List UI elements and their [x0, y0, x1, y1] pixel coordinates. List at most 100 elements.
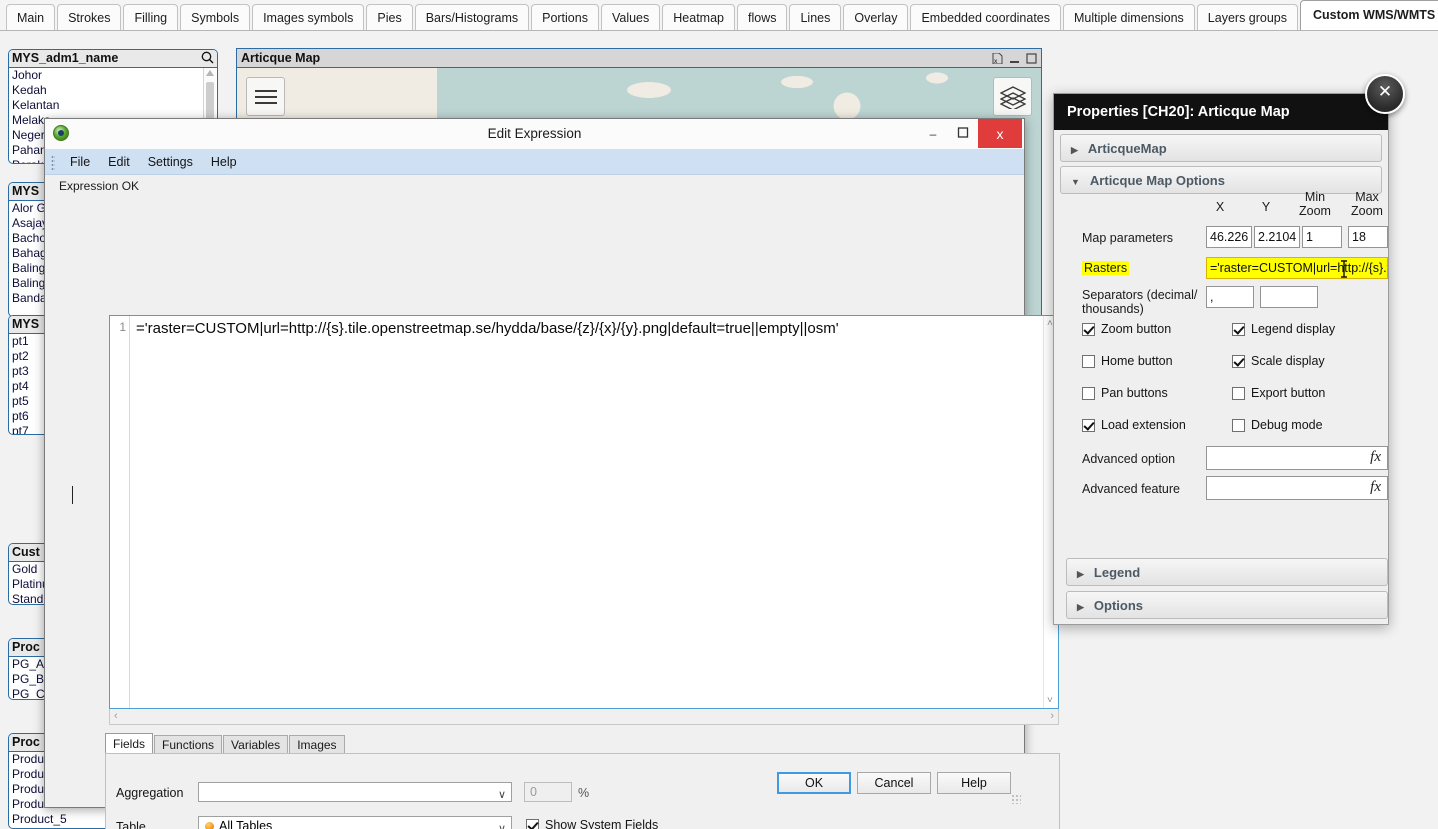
scroll-up-icon[interactable]: ˄	[1047, 318, 1053, 329]
fx-icon[interactable]: fx	[1370, 449, 1381, 466]
accordion-options[interactable]: ▶ Options	[1066, 591, 1388, 619]
advanced-feature-input[interactable]: fx	[1206, 476, 1388, 500]
aggregation-select[interactable]: ∨	[198, 782, 512, 802]
scroll-right-icon[interactable]: ›	[1050, 709, 1054, 723]
search-icon[interactable]	[201, 51, 214, 64]
advanced-option-input[interactable]: fx	[1206, 446, 1388, 470]
tab-filling[interactable]: Filling	[123, 4, 179, 30]
home-button-checkbox[interactable]: Home button	[1082, 354, 1173, 368]
scale-display-checkbox[interactable]: Scale display	[1232, 354, 1325, 368]
load-extension-checkbox[interactable]: Load extension	[1082, 418, 1186, 432]
ok-button[interactable]: OK	[777, 772, 851, 794]
checkbox-label: Pan buttons	[1101, 386, 1168, 400]
chevron-down-icon: ▼	[1071, 177, 1080, 187]
tab-pies[interactable]: Pies	[366, 4, 413, 30]
accordion-legend[interactable]: ▶ Legend	[1066, 558, 1388, 586]
map-x-input[interactable]: 46.226	[1206, 226, 1252, 248]
close-icon: x	[996, 125, 1004, 142]
scroll-left-icon[interactable]: ‹	[114, 709, 118, 723]
menu-help[interactable]: Help	[202, 151, 246, 173]
show-system-fields-checkbox[interactable]: Show System Fields	[526, 818, 658, 829]
tab-main[interactable]: Main	[6, 4, 56, 30]
data-list-header-label: MYS_adm1_name	[12, 51, 119, 65]
show-system-fields-label: Show System Fields	[545, 818, 659, 829]
checkbox-icon	[526, 818, 539, 829]
properties-close-button[interactable]: ✕	[1365, 74, 1405, 114]
expression-text[interactable]: ='raster=CUSTOM|url=http://{s}.tile.open…	[136, 318, 1042, 340]
percent-input[interactable]: 0	[524, 782, 572, 802]
menu-settings[interactable]: Settings	[139, 151, 202, 173]
tab-layers-groups[interactable]: Layers groups	[1196, 4, 1299, 30]
map-minimize-icon[interactable]	[1009, 51, 1020, 63]
menu-edit[interactable]: Edit	[99, 151, 139, 173]
dialog-resize-grip[interactable]	[1011, 794, 1021, 804]
tab-images-symbols[interactable]: Images symbols	[252, 4, 365, 30]
separator-thousands-input[interactable]	[1260, 286, 1318, 308]
tab-portions[interactable]: Portions	[531, 4, 599, 30]
rasters-label: Rasters	[1082, 261, 1130, 275]
debug-mode-checkbox[interactable]: Debug mode	[1232, 418, 1323, 432]
expression-editor[interactable]: 1 ='raster=CUSTOM|url=http://{s}.tile.op…	[109, 315, 1059, 709]
data-list-header-label: MYS	[12, 317, 40, 331]
checkbox-label: Legend display	[1251, 322, 1336, 336]
tab-flows[interactable]: flows	[737, 4, 788, 30]
tab-lines[interactable]: Lines	[789, 4, 842, 30]
lower-tab-fields[interactable]: Fields	[105, 733, 154, 754]
tab-embedded-coordinates[interactable]: Embedded coordinates	[910, 4, 1062, 30]
map-detach-icon[interactable]: x	[992, 51, 1003, 65]
hamburger-menu-icon[interactable]	[246, 77, 285, 116]
tab-values[interactable]: Values	[600, 4, 661, 30]
menu-file[interactable]: File	[61, 151, 99, 173]
tab-custom-wms-wmts-basemap[interactable]: Custom WMS/WMTS basemap	[1300, 0, 1438, 30]
max-zoom-input[interactable]: 18	[1348, 226, 1388, 248]
text-caret	[72, 486, 73, 504]
separator-decimal-input[interactable]: ,	[1206, 286, 1254, 308]
accordion-label: Options	[1093, 598, 1144, 613]
chevron-down-icon: ∨	[497, 823, 506, 829]
pan-buttons-checkbox[interactable]: Pan buttons	[1082, 386, 1168, 400]
checkbox-label: Load extension	[1101, 418, 1186, 432]
min-zoom-input[interactable]: 1	[1302, 226, 1342, 248]
checkbox-icon	[1232, 354, 1245, 368]
export-button-checkbox[interactable]: Export button	[1232, 386, 1325, 400]
dialog-minimize-button[interactable]: –	[918, 119, 948, 148]
list-item[interactable]: Kelantan	[9, 98, 217, 113]
dialog-maximize-button[interactable]	[948, 119, 978, 148]
lower-tab-variables[interactable]: Variables	[223, 735, 289, 754]
col-minzoom-label-1: Min	[1304, 190, 1326, 204]
lower-tab-images[interactable]: Images	[289, 735, 345, 754]
dialog-titlebar: Edit Expression – x	[45, 119, 1024, 150]
rasters-input[interactable]: ='raster=CUSTOM|url=http://{s}.t	[1206, 257, 1388, 279]
dialog-close-button[interactable]: x	[978, 119, 1022, 148]
tab-multiple-dimensions[interactable]: Multiple dimensions	[1063, 4, 1195, 30]
lower-tab-functions[interactable]: Functions	[154, 735, 223, 754]
legend-display-checkbox[interactable]: Legend display	[1232, 322, 1335, 336]
menubar-gripper-icon[interactable]	[51, 154, 55, 170]
tab-symbols[interactable]: Symbols	[180, 4, 251, 30]
tab-strokes[interactable]: Strokes	[57, 4, 122, 30]
tab-overlay[interactable]: Overlay	[843, 4, 909, 30]
map-maximize-icon[interactable]	[1026, 51, 1037, 64]
help-button[interactable]: Help	[937, 772, 1011, 794]
articque-app-icon	[53, 125, 69, 141]
tab-heatmap[interactable]: Heatmap	[662, 4, 735, 30]
accordion-label: Legend	[1093, 565, 1141, 580]
expression-horizontal-scrollbar[interactable]: ‹ ›	[109, 709, 1059, 725]
map-y-input[interactable]: 2.2104	[1254, 226, 1300, 248]
cancel-button[interactable]: Cancel	[857, 772, 931, 794]
fx-icon[interactable]: fx	[1370, 479, 1381, 496]
zoom-button-checkbox[interactable]: Zoom button	[1082, 322, 1171, 336]
scroll-down-icon[interactable]: ˅	[1047, 695, 1053, 706]
list-item[interactable]: Kedah	[9, 83, 217, 98]
table-select[interactable]: All Tables ∨	[198, 816, 512, 829]
layers-stack-icon[interactable]	[993, 77, 1032, 116]
chevron-right-icon: ▶	[1077, 602, 1084, 612]
properties-title: Properties [CH20]: Articque Map	[1054, 94, 1388, 130]
maximize-icon	[957, 126, 969, 141]
accordion-articquemap[interactable]: ▶ ArticqueMap	[1060, 134, 1382, 162]
scroll-up-icon[interactable]	[206, 70, 214, 76]
tab-bars-histograms[interactable]: Bars/Histograms	[414, 4, 530, 30]
list-item[interactable]: Johor	[9, 68, 217, 83]
col-y-label: Y	[1261, 200, 1271, 214]
properties-panel: Properties [CH20]: Articque Map ✕ ▶ Artic…	[1053, 74, 1405, 625]
